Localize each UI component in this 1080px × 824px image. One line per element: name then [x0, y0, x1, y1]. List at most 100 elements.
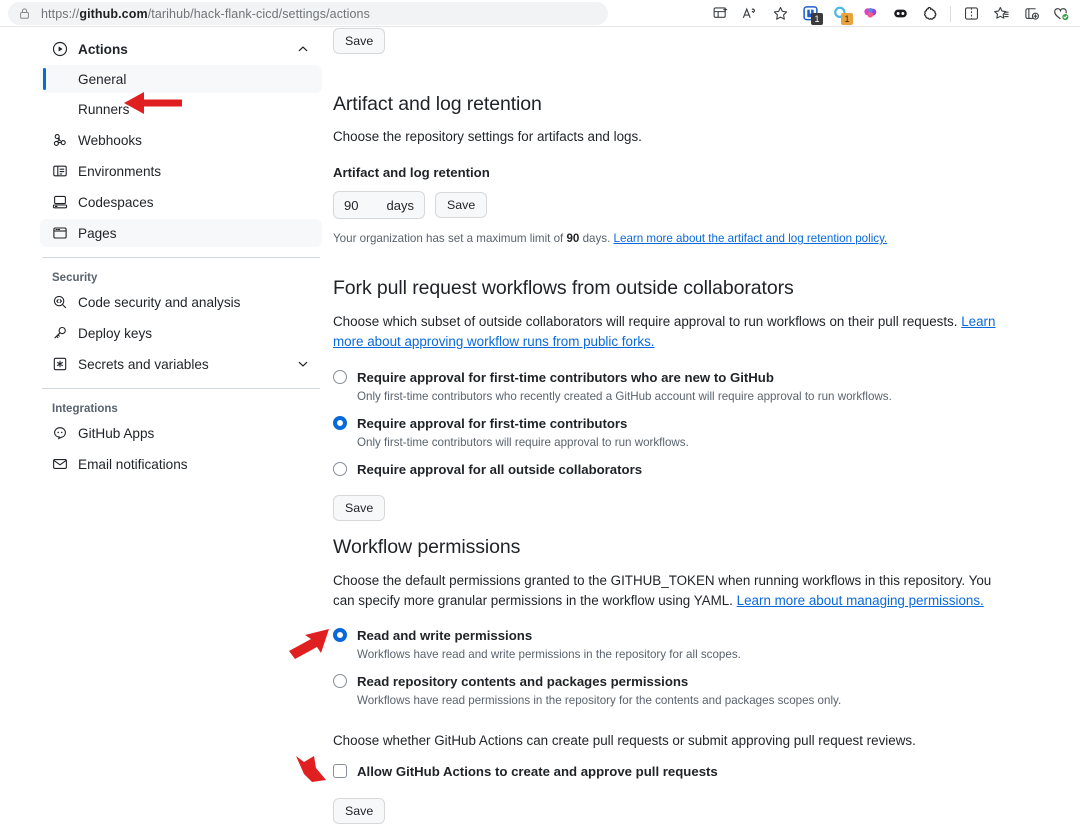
extension-blue-badge: 1: [811, 13, 823, 25]
browser-essentials-icon[interactable]: [1046, 0, 1076, 27]
artifact-limit-note: Your organization has set a maximum limi…: [333, 232, 888, 246]
fork-section-title: Fork pull request workflows from outside…: [333, 277, 794, 299]
sidebar-item-environments[interactable]: Environments: [40, 157, 322, 185]
toolbar-icon-group: 1 1: [705, 0, 1076, 27]
collections-icon[interactable]: [705, 0, 735, 27]
extension-cyan-icon[interactable]: 1: [825, 0, 855, 27]
pr-permissions-description: Choose whether GitHub Actions can create…: [333, 732, 916, 748]
lock-icon: [18, 7, 31, 20]
artifact-section-description: Choose the repository settings for artif…: [333, 129, 642, 144]
artifact-field-label: Artifact and log retention: [333, 165, 490, 181]
radio-first-time-contributors[interactable]: [333, 416, 347, 431]
codespaces-icon: [52, 194, 68, 210]
chevron-down-icon[interactable]: [296, 357, 310, 371]
permission-option-read-write-label: Read and write permissions: [357, 628, 533, 644]
sidebar-item-deploy-keys-label: Deploy keys: [78, 325, 153, 341]
fork-option-new-to-github-desc: Only first-time contributors who recentl…: [357, 390, 892, 404]
allow-actions-create-approve-pr-option[interactable]: Allow GitHub Actions to create and appro…: [333, 763, 998, 780]
server-icon: [52, 163, 68, 179]
chevron-up-icon[interactable]: [296, 42, 310, 56]
split-screen-icon[interactable]: [956, 0, 986, 27]
extension-brain-icon[interactable]: [855, 0, 885, 27]
sidebar-item-code-security-label: Code security and analysis: [78, 294, 241, 310]
favorite-star-icon[interactable]: [765, 0, 795, 27]
sidebar-divider-security: [42, 257, 320, 258]
sidebar-item-email-notifications[interactable]: Email notifications: [40, 450, 322, 478]
fork-option-all-outside-collaborators-label: Require approval for all outside collabo…: [357, 461, 643, 477]
sidebar-item-github-apps[interactable]: GitHub Apps: [40, 419, 322, 447]
sidebar-divider-integrations: [42, 388, 320, 389]
sidebar-item-codespaces[interactable]: Codespaces: [40, 188, 322, 216]
extension-blue-icon[interactable]: 1: [795, 0, 825, 27]
sidebar-item-github-apps-label: GitHub Apps: [78, 425, 155, 441]
settings-sidebar: Actions General Runners Webhooks Environ…: [40, 35, 322, 478]
top-save-button[interactable]: Save: [333, 28, 386, 54]
permissions-save-button[interactable]: Save: [333, 797, 386, 824]
checkbox-allow-actions-create-approve-pr[interactable]: [333, 763, 347, 778]
sidebar-item-actions[interactable]: Actions: [40, 35, 322, 63]
radio-new-to-github[interactable]: [333, 370, 347, 385]
sidebar-group-security: Security: [52, 272, 98, 284]
permission-option-read-contents-packages[interactable]: Read repository contents and packages pe…: [333, 673, 998, 710]
extension-dark-icon[interactable]: [885, 0, 915, 27]
fork-option-first-time-contributors-desc: Only first-time contributors will requir…: [357, 436, 689, 450]
sidebar-item-general-label: General: [78, 71, 127, 87]
fork-option-first-time-contributors-label: Require approval for first-time contribu…: [357, 416, 628, 432]
fork-option-all-outside-collaborators[interactable]: Require approval for all outside collabo…: [333, 461, 1023, 478]
fork-option-first-time-contributors[interactable]: Require approval for first-time contribu…: [333, 415, 1023, 452]
sidebar-item-secrets-and-variables[interactable]: Secrets and variables: [40, 350, 322, 378]
sidebar-item-runners[interactable]: Runners: [40, 95, 322, 123]
fork-pr-workflows-section: Fork pull request workflows from outside…: [333, 277, 1023, 521]
retention-days-unit: days: [386, 197, 414, 213]
sidebar-item-actions-label: Actions: [78, 41, 128, 57]
arrow-pointing-to-save-button: [296, 756, 326, 782]
key-icon: [52, 325, 68, 341]
page-content: Actions General Runners Webhooks Environ…: [0, 27, 1080, 824]
play-circle-icon: [52, 41, 68, 57]
asterisk-icon: [52, 356, 68, 372]
artifact-section-title: Artifact and log retention: [333, 93, 542, 115]
radio-all-outside-collaborators[interactable]: [333, 461, 347, 476]
artifact-retention-section: Artifact and log retention Choose the re…: [333, 93, 1023, 248]
url-text: https://github.com/tarihub/hack-flank-ci…: [41, 6, 370, 21]
extension-puzzle-icon[interactable]: [915, 0, 945, 27]
sidebar-item-general[interactable]: General: [40, 65, 322, 93]
fork-section-description: Choose which subset of outside collabora…: [333, 314, 996, 350]
sidebar-item-email-notifications-label: Email notifications: [78, 456, 188, 472]
sidebar-item-runners-label: Runners: [78, 101, 130, 117]
arrow-pointing-to-read-and-write-permissions: [289, 629, 329, 659]
managing-permissions-link[interactable]: Learn more about managing permissions.: [737, 593, 984, 608]
collections-add-icon[interactable]: [1016, 0, 1046, 27]
browser-toolbar: https://github.com/tarihub/hack-flank-ci…: [0, 0, 1080, 27]
radio-read-and-write-permissions[interactable]: [333, 628, 347, 643]
sidebar-group-integrations: Integrations: [52, 403, 118, 415]
sidebar-item-pages-label: Pages: [78, 225, 117, 241]
favorites-list-icon[interactable]: [986, 0, 1016, 27]
sidebar-item-code-security-and-analysis[interactable]: Code security and analysis: [40, 288, 322, 316]
sidebar-item-codespaces-label: Codespaces: [78, 194, 154, 210]
sidebar-item-webhooks-label: Webhooks: [78, 132, 142, 148]
sidebar-item-deploy-keys[interactable]: Deploy keys: [40, 319, 322, 347]
codescan-icon: [52, 294, 68, 310]
workflow-permissions-section: Workflow permissions Choose the default …: [333, 536, 998, 824]
sidebar-item-pages[interactable]: Pages: [40, 219, 322, 247]
radio-read-repository-contents[interactable]: [333, 674, 347, 689]
address-bar[interactable]: https://github.com/tarihub/hack-flank-ci…: [8, 2, 608, 25]
mail-icon: [52, 456, 68, 472]
sidebar-item-webhooks[interactable]: Webhooks: [40, 126, 322, 154]
apps-icon: [52, 425, 68, 441]
retention-days-input[interactable]: 90 days: [333, 191, 425, 220]
artifact-save-button[interactable]: Save: [435, 192, 488, 219]
extension-cyan-badge: 1: [841, 13, 853, 25]
permission-option-read-write[interactable]: Read and write permissions Workflows hav…: [333, 627, 998, 664]
toolbar-separator: [950, 5, 951, 22]
artifact-retention-policy-link[interactable]: Learn more about the artifact and log re…: [614, 232, 888, 245]
fork-option-new-to-github-label: Require approval for first-time contribu…: [357, 370, 774, 386]
allow-actions-create-approve-pr-label: Allow GitHub Actions to create and appro…: [357, 763, 718, 779]
read-aloud-icon[interactable]: [735, 0, 765, 27]
sidebar-item-secrets-label: Secrets and variables: [78, 356, 209, 372]
fork-option-new-to-github[interactable]: Require approval for first-time contribu…: [333, 369, 1023, 406]
fork-save-button[interactable]: Save: [333, 494, 386, 521]
permissions-section-title: Workflow permissions: [333, 536, 521, 558]
browser-icon: [52, 225, 68, 241]
